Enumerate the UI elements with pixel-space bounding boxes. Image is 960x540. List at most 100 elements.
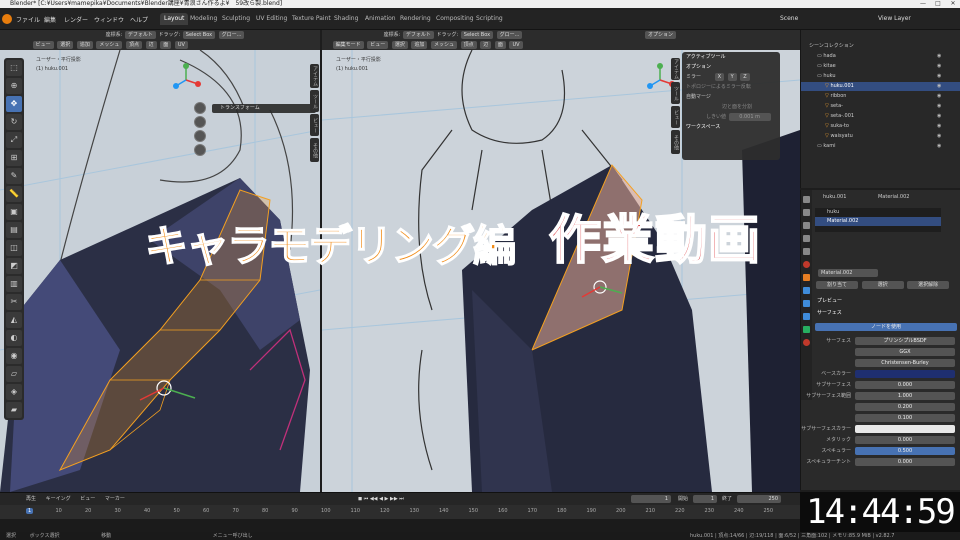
active-tool-header[interactable]: アクティブツール (682, 52, 780, 62)
right-menu-vertex[interactable]: 頂点 (460, 41, 477, 49)
left-tab-item[interactable]: アイテム (310, 64, 319, 88)
visibility-eye-icon[interactable]: ◉ (937, 102, 941, 111)
tab-texture-paint[interactable]: Texture Paint (288, 13, 335, 25)
menu-edit[interactable]: 編集 (44, 15, 56, 24)
right-tab-item[interactable]: アイテム (671, 58, 680, 80)
property-field[interactable]: 0.000 (855, 381, 955, 389)
annotate-tool-icon[interactable]: ✎ (6, 168, 22, 184)
outliner-item[interactable]: ▭ hada ◉ (801, 52, 960, 61)
spin-tool-icon[interactable]: ◐ (6, 330, 22, 346)
measure-tool-icon[interactable]: 📏 (6, 186, 22, 202)
knife-tool-icon[interactable]: ✂ (6, 294, 22, 310)
left-zoom-icon[interactable] (194, 102, 206, 114)
property-field[interactable]: 1.000 (855, 392, 955, 400)
transform-tool-icon[interactable]: ⊞ (6, 150, 22, 166)
bevel-tool-icon[interactable]: ◩ (6, 258, 22, 274)
right-menu-uv[interactable]: UV (509, 41, 523, 49)
tab-rendering[interactable]: Rendering (396, 13, 435, 25)
left-menu-vertex[interactable]: 頂点 (126, 41, 143, 49)
left-camera-icon[interactable] (194, 130, 206, 142)
property-field[interactable] (855, 370, 955, 378)
poly-build-tool-icon[interactable]: ◭ (6, 312, 22, 328)
select-box-dropdown[interactable]: Select Box (182, 31, 216, 39)
left-menu-edge[interactable]: 辺 (145, 41, 157, 49)
pivot-dropdown[interactable]: グロー... (218, 31, 245, 39)
right-menu-select[interactable]: 選択 (391, 41, 408, 49)
topology-mirror-checkbox[interactable]: トポロジーによるミラー反転 (682, 82, 780, 92)
add-cube-tool-icon[interactable]: ▣ (6, 204, 22, 220)
left-menu-face[interactable]: 面 (160, 41, 172, 49)
visibility-eye-icon[interactable]: ◉ (937, 92, 941, 101)
maximize-button[interactable]: □ (931, 0, 945, 8)
material-slot-item-selected[interactable]: Material.002 (815, 217, 941, 226)
menu-render[interactable]: レンダー (64, 15, 88, 24)
visibility-eye-icon[interactable]: ◉ (937, 52, 941, 61)
use-nodes-button[interactable]: ノードを使用 (815, 323, 957, 331)
view-layer-tab-icon[interactable] (803, 235, 810, 242)
mode-dropdown[interactable]: 編集モード (332, 41, 364, 49)
inset-tool-icon[interactable]: ◫ (6, 240, 22, 256)
tweak-tool-icon[interactable]: ⬚ (6, 60, 22, 76)
property-field[interactable]: 0.200 (855, 403, 955, 411)
property-field[interactable]: 0.000 (855, 436, 955, 444)
visibility-eye-icon[interactable]: ◉ (937, 72, 941, 81)
outliner-item[interactable]: ▭ kitae ◉ (801, 62, 960, 71)
property-field[interactable]: 0.500 (855, 447, 955, 455)
outliner-item[interactable]: ▭ kami ◉ (801, 142, 960, 151)
scene-selector[interactable]: Scene (780, 15, 798, 22)
extrude-tool-icon[interactable]: ▤ (6, 222, 22, 238)
automerge-checkbox[interactable]: 自動マージ (682, 92, 780, 102)
tab-uv-editing[interactable]: UV Editing (252, 13, 291, 25)
property-field[interactable]: プリンシプルBSDF (855, 337, 955, 345)
tab-layout[interactable]: Layout (160, 13, 189, 25)
right-menu-mesh[interactable]: メッシュ (431, 41, 458, 49)
scene-tab-icon[interactable] (803, 248, 810, 255)
end-frame-field[interactable]: 250 (737, 495, 781, 503)
menu-window[interactable]: ウィンドウ (94, 15, 124, 24)
left-menu-uv[interactable]: UV (174, 41, 188, 49)
playback-controls[interactable]: ◼ ⏮ ◀◀ ◀ ▶ ▶▶ ⏭ (358, 493, 404, 505)
property-field[interactable]: 0.100 (855, 414, 955, 422)
tab-scripting[interactable]: Scripting (472, 13, 507, 25)
move-tool-icon[interactable]: ✥ (6, 96, 22, 112)
smooth-tool-icon[interactable]: ◉ (6, 348, 22, 364)
left-menu-view[interactable]: ビュー (32, 41, 54, 49)
loop-cut-tool-icon[interactable]: ▥ (6, 276, 22, 292)
outliner-item[interactable]: ▽ waisyatu ◉ (801, 132, 960, 141)
left-tab-misc[interactable]: その他 (310, 138, 319, 162)
property-field[interactable]: Christensen-Burley (855, 359, 955, 367)
right-menu-edge[interactable]: 辺 (480, 41, 492, 49)
material-slot-item[interactable]: huku (815, 208, 941, 217)
outliner-item[interactable]: ▽ ribbon ◉ (801, 92, 960, 101)
split-checkbox[interactable]: 辺と面を分割 (682, 102, 780, 112)
menu-help[interactable]: ヘルプ (130, 15, 148, 24)
view-layer-selector[interactable]: View Layer (878, 15, 911, 22)
mirror-z-toggle[interactable]: Z (740, 73, 750, 81)
property-field[interactable]: GGX (855, 348, 955, 356)
visibility-eye-icon[interactable]: ◉ (937, 122, 941, 131)
outliner-item[interactable]: ▽ huku.001 ◉ (801, 82, 960, 91)
assign-button[interactable]: 割り当て (816, 281, 858, 289)
property-field[interactable]: 0.000 (855, 458, 955, 466)
outliner-item[interactable]: ▽ suka-to ◉ (801, 122, 960, 131)
visibility-eye-icon[interactable]: ◉ (937, 132, 941, 141)
preview-panel-header[interactable]: プレビュー (801, 296, 960, 306)
outliner-item[interactable]: ▽ seta-.001 ◉ (801, 112, 960, 121)
right-tab-view[interactable]: ビュー (671, 106, 680, 128)
mirror-y-toggle[interactable]: Y (727, 73, 737, 81)
current-frame-field[interactable]: 1 (631, 495, 671, 503)
surface-panel-header[interactable]: サーフェス (801, 308, 960, 318)
right-menu-face[interactable]: 面 (494, 41, 506, 49)
timeline-menu-view[interactable]: ビュー (80, 496, 95, 502)
timeline-menu-marker[interactable]: マーカー (105, 496, 125, 502)
deselect-button[interactable]: 選択解除 (907, 281, 950, 289)
output-tab-icon[interactable] (803, 222, 810, 229)
transform-popup[interactable]: トランスフォーム (212, 104, 316, 113)
options-dropdown[interactable]: オプション (645, 31, 677, 39)
blender-logo-icon[interactable] (2, 14, 12, 24)
left-pan-icon[interactable] (194, 116, 206, 128)
right-pivot-dropdown[interactable]: グロー... (496, 31, 523, 39)
rotate-tool-icon[interactable]: ↻ (6, 114, 22, 130)
tab-shading[interactable]: Shading (330, 13, 362, 25)
render-tab-icon[interactable] (803, 209, 810, 216)
